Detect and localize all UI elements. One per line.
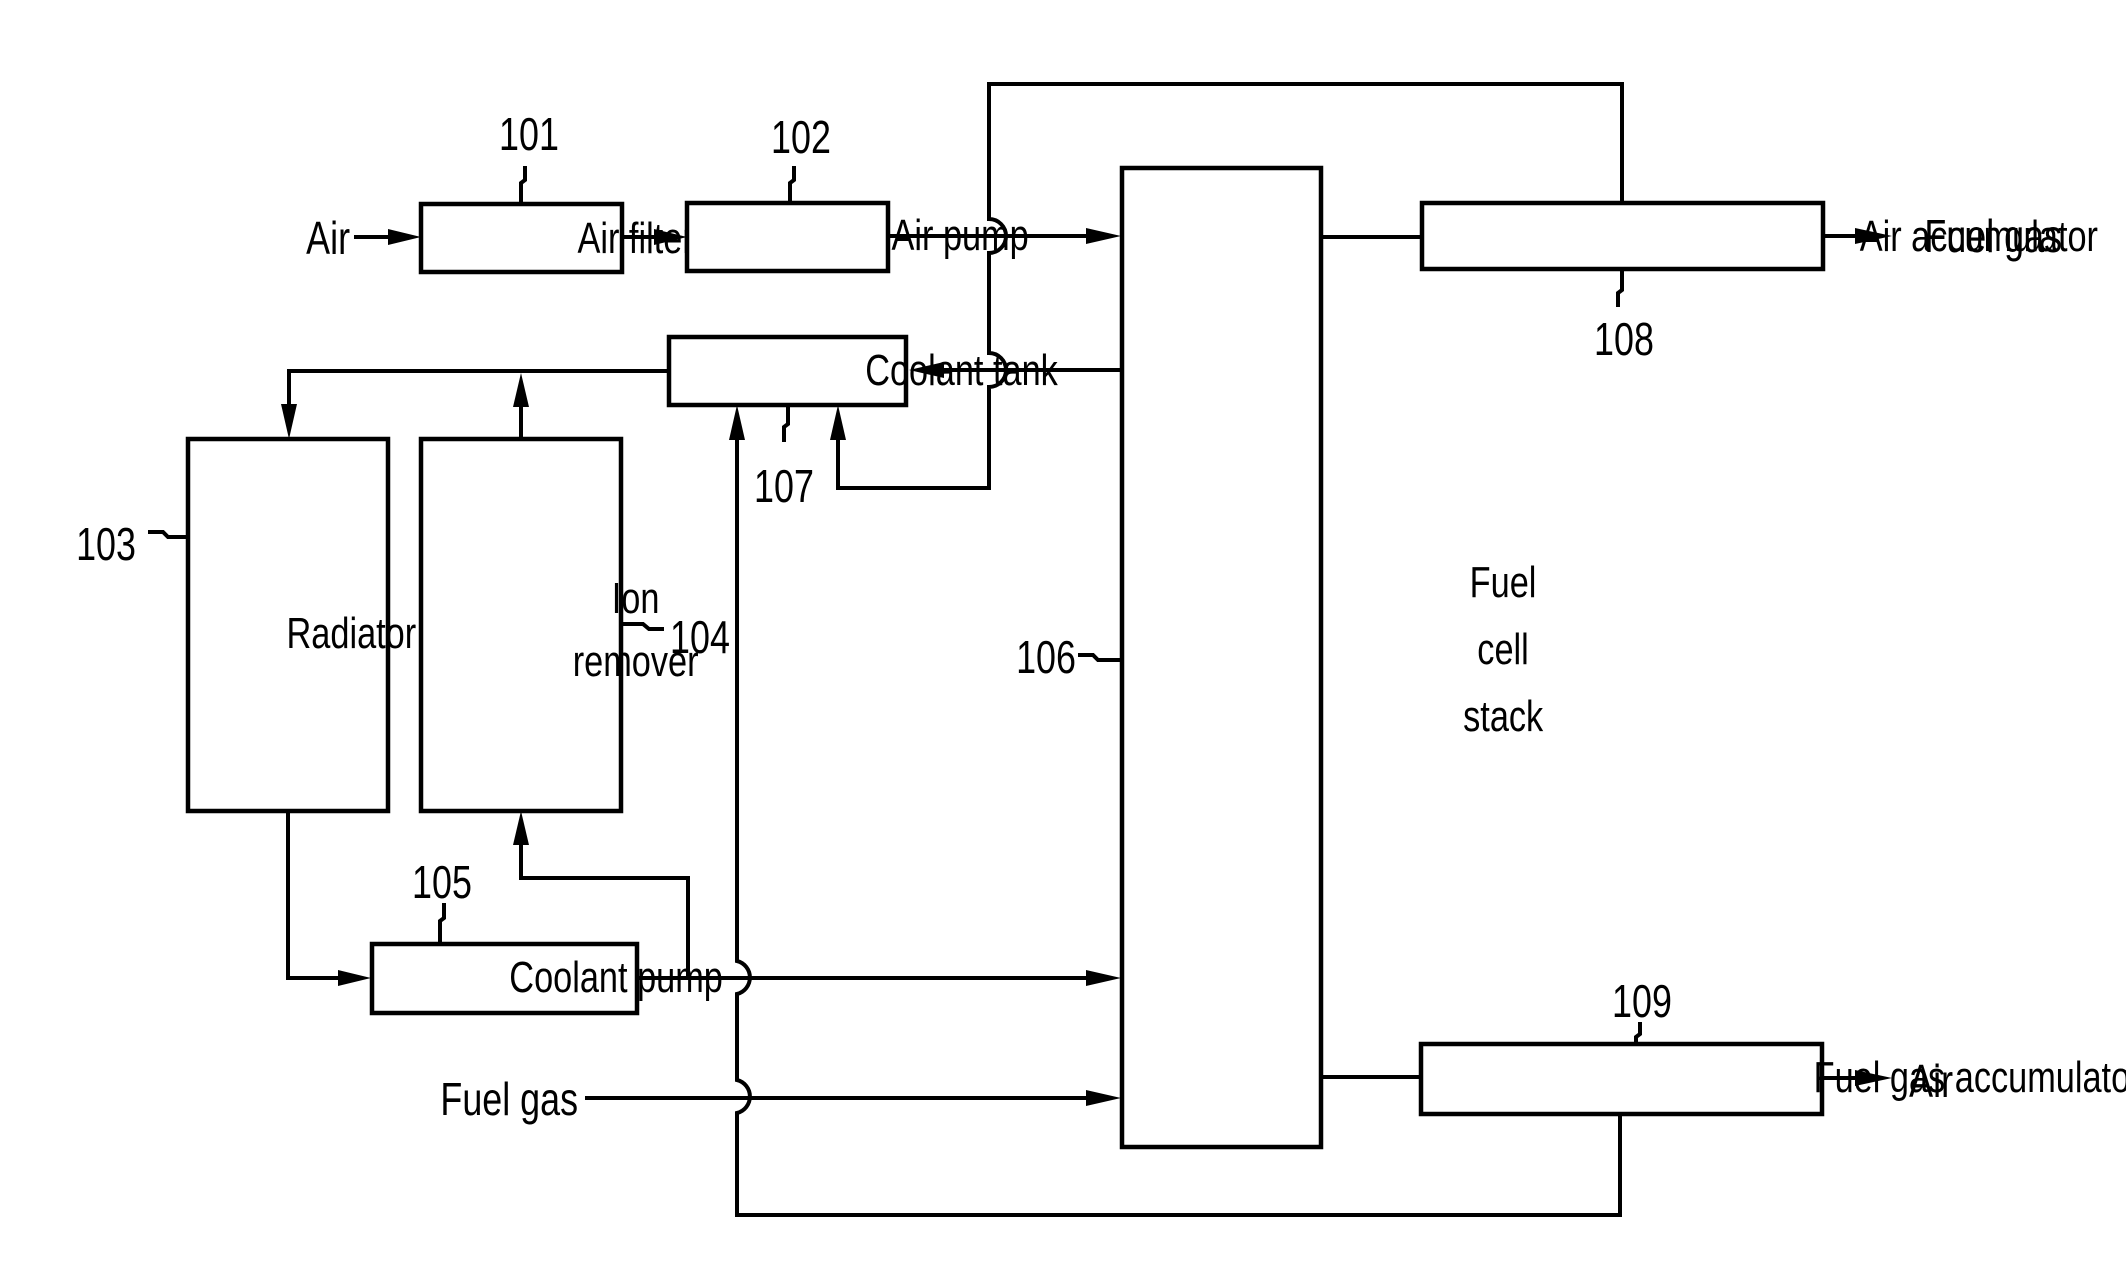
fuel-cell-system-diagram: Air filter Air pump Radiator Ion remover… [0, 0, 2126, 1286]
air-pump-box[interactable] [684, 200, 891, 274]
radiator-label: Radiator [287, 609, 417, 658]
coolant-pump-label: Coolant pump [509, 953, 723, 1002]
ion-remover-label-line1: Ion [612, 574, 660, 623]
fuel-cell-stack-label-line3: stack [1463, 692, 1543, 741]
fuel-cell-stack-box[interactable] [1119, 165, 1324, 1150]
fuel-cell-stack-label-line2: cell [1477, 625, 1528, 674]
coolant-tank-block[interactable]: Coolant tank [666, 334, 1058, 408]
ref-101: 101 [499, 109, 559, 160]
label-fuel-gas-out: Fuel gas [1924, 211, 2062, 262]
ion-remover-box[interactable] [418, 436, 624, 814]
coolant-tank-label: Coolant tank [865, 346, 1058, 395]
air-accumulator-box[interactable] [1419, 200, 1826, 272]
ref-107: 107 [754, 461, 814, 512]
ref-106: 106 [1016, 632, 1076, 683]
air-pump-label: Air pump [892, 211, 1029, 260]
label-air-out: Air [1909, 1056, 1953, 1107]
ref-109: 109 [1612, 976, 1672, 1027]
fuel-gas-accumulator-label: Fuel gas accumulator [1814, 1053, 2126, 1102]
air-filter-label: Air filter [577, 214, 693, 263]
ref-105: 105 [412, 857, 472, 908]
label-fuel-gas-in: Fuel gas [440, 1074, 578, 1125]
ref-103: 103 [76, 519, 136, 570]
fuel-gas-accumulator-box[interactable] [1418, 1041, 1825, 1117]
air-filter-block[interactable]: Air filter [418, 201, 694, 275]
radiator-block[interactable]: Radiator [185, 436, 417, 814]
ref-108: 108 [1594, 314, 1654, 365]
fuel-cell-stack-label-line1: Fuel [1470, 558, 1537, 607]
ref-104: 104 [670, 612, 730, 663]
ref-102: 102 [771, 112, 831, 163]
label-air-in: Air [306, 213, 350, 264]
